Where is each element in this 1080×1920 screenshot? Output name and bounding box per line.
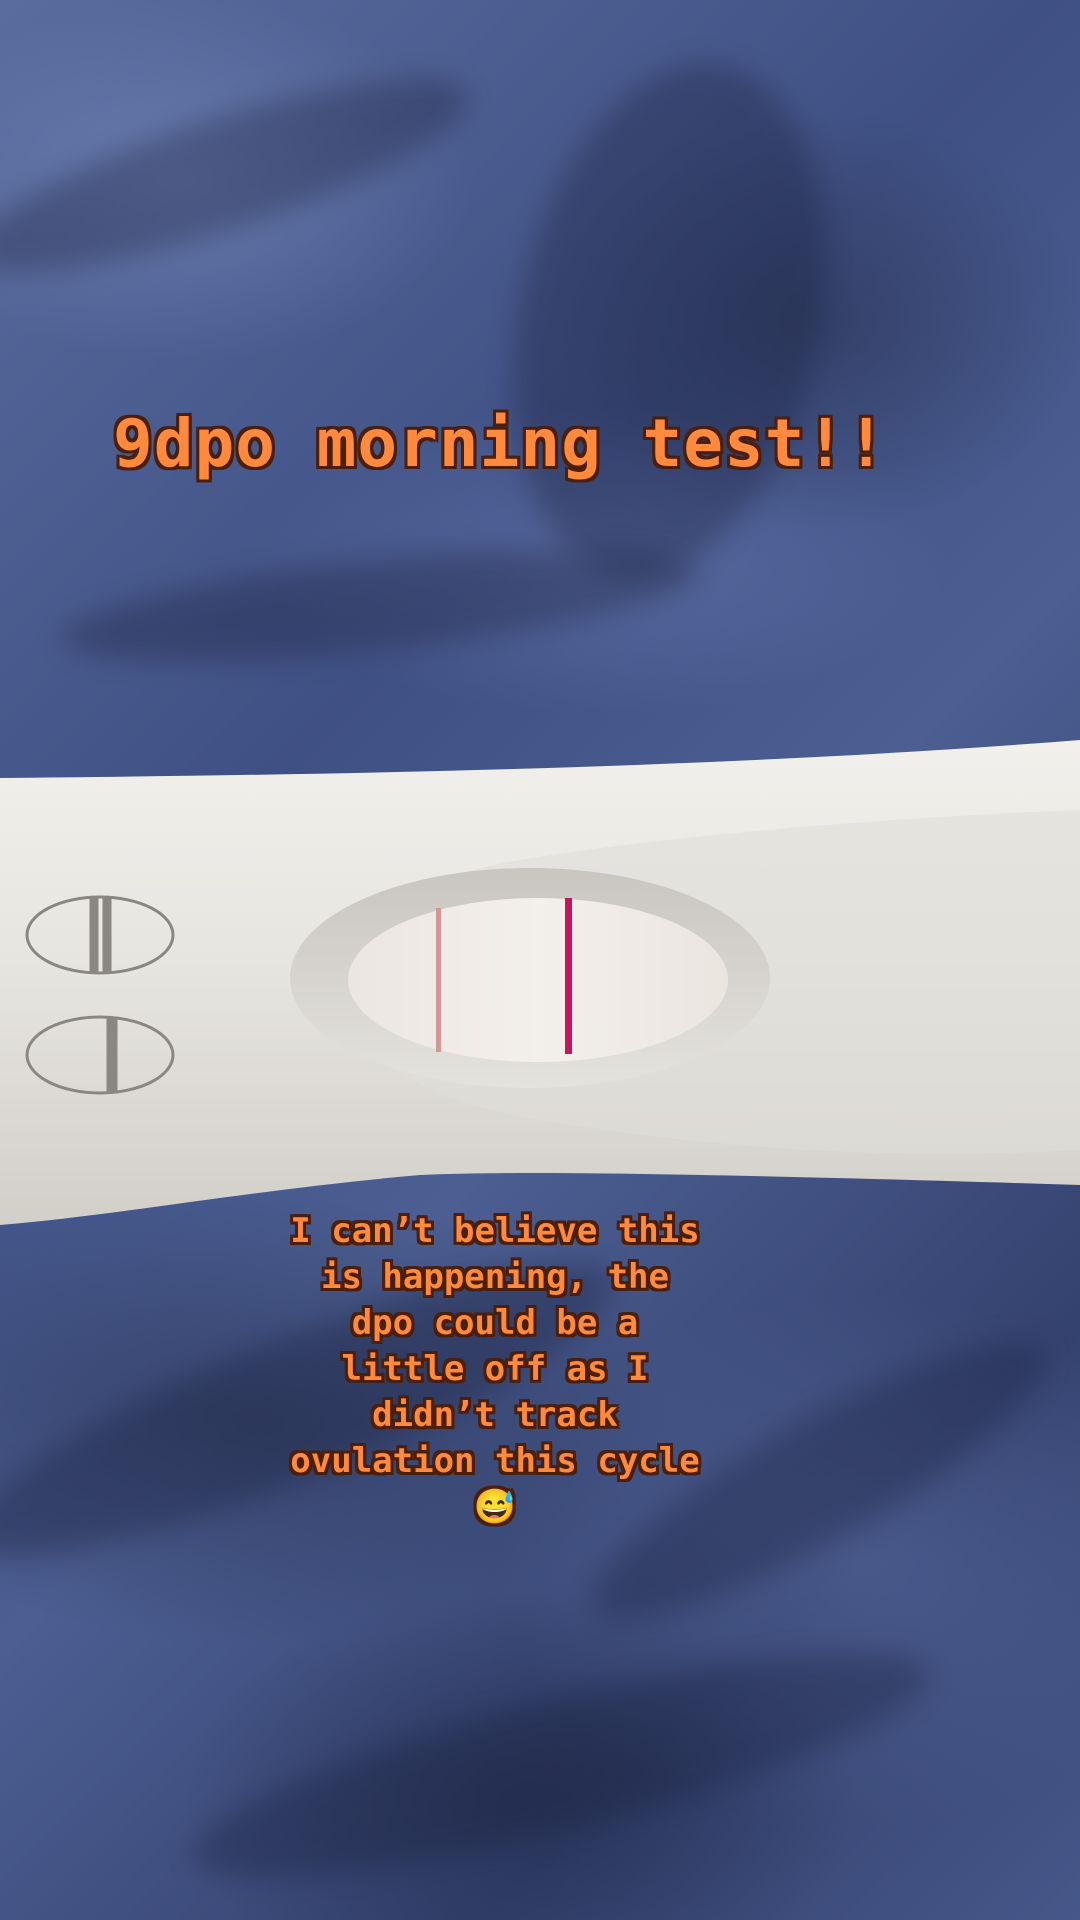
- pregnancy-test-stick: [0, 740, 1080, 1225]
- photo-background: 9dpo morning test!! I can’t believe this…: [0, 0, 1080, 1920]
- caption-title: 9dpo morning test!!: [113, 405, 887, 482]
- test-line: [565, 898, 572, 1054]
- caption-body: I can’t believe this is happening, the d…: [290, 1211, 700, 1527]
- control-line: [436, 908, 441, 1052]
- result-window: [348, 898, 728, 1062]
